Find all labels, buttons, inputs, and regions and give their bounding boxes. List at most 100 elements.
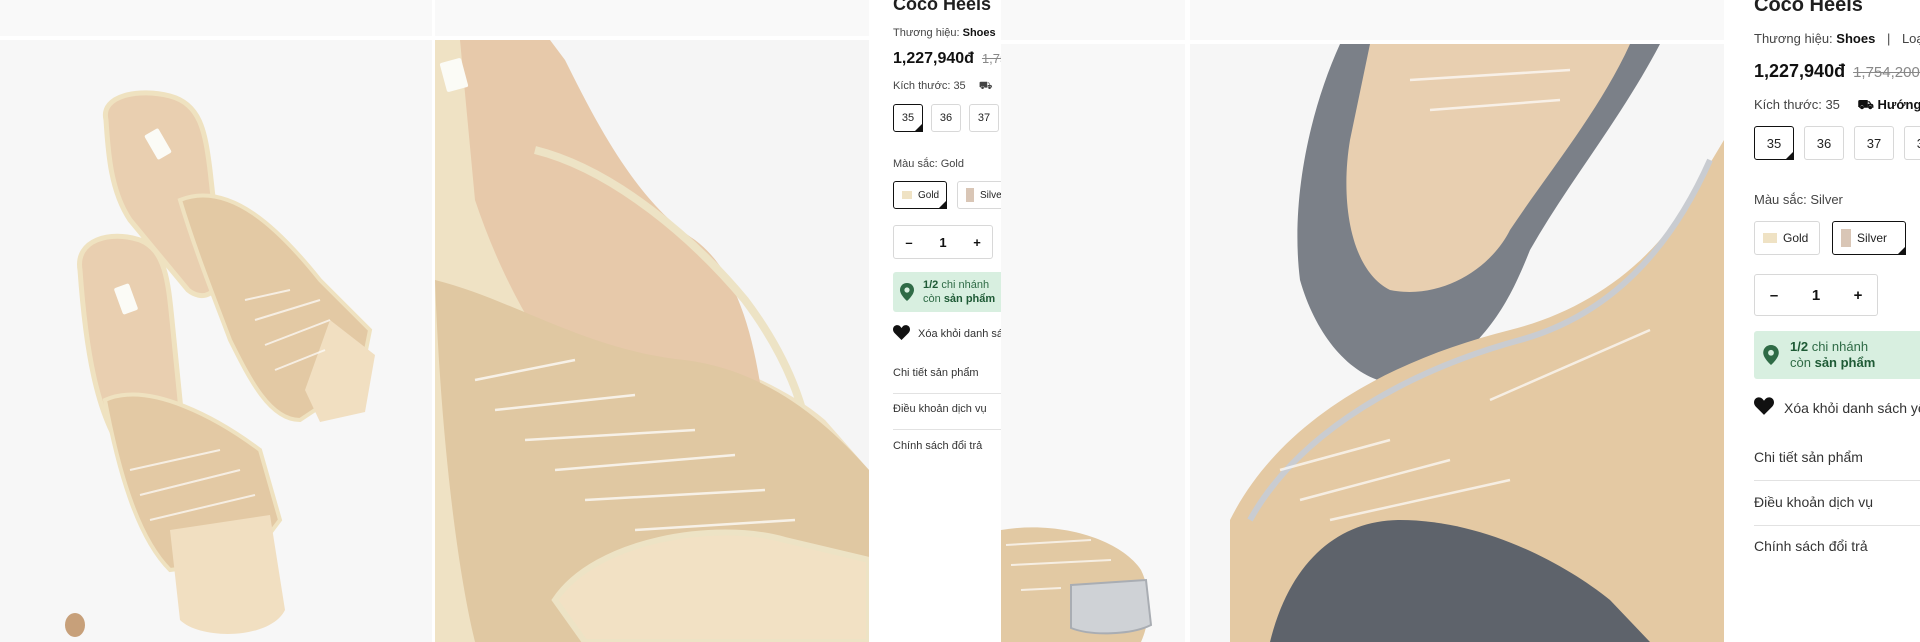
quantity-minus-button[interactable]: –: [1755, 287, 1793, 304]
size-option-label: 35: [901, 112, 915, 124]
size-option-label: 37: [977, 112, 991, 124]
brand-label: Thương hiệu:: [893, 27, 960, 39]
product-photo-silver-side-image: [1001, 0, 1185, 642]
color-row: Màu sắc: Silver: [1754, 192, 1843, 207]
old-price: 1,754,200đ: [981, 51, 1001, 66]
brand-label: Thương hiệu:: [1754, 31, 1833, 46]
size-option-label: 35: [1766, 135, 1782, 151]
current-price: 1,227,940đ: [1754, 61, 1846, 81]
product-brand: Thương hiệu: Shoes | Loại:: [1754, 31, 1920, 46]
color-option-silver[interactable]: Silver: [957, 181, 1001, 209]
location-pin-icon: [1763, 345, 1779, 370]
accordion-return-policy[interactable]: Chính sách đổi trả: [893, 440, 982, 452]
color-option-gold[interactable]: Gold: [1754, 221, 1820, 255]
stock-text-bold: sản phẩm: [1814, 355, 1876, 371]
stock-count: 1/2: [1790, 339, 1809, 354]
stock-text-bold: sản phẩm: [943, 292, 996, 305]
size-option-35[interactable]: 35: [1754, 126, 1794, 160]
product-photo-pair[interactable]: [0, 0, 432, 642]
divider: [1754, 525, 1920, 526]
stock-text-2: còn: [923, 292, 941, 305]
wishlist-remove-label: Xóa khỏi danh sách yêu thích: [918, 328, 1001, 340]
product-price: 1,227,940đ 1,754,200đ: [893, 50, 1001, 68]
size-value: 35: [953, 80, 966, 92]
product-title: Coco Heels: [1754, 0, 1863, 16]
size-option-36[interactable]: 36: [931, 104, 961, 132]
size-option-38[interactable]: 38: [1904, 126, 1920, 160]
quantity-input[interactable]: 1: [1797, 287, 1835, 304]
product-title: Coco Heels: [893, 0, 992, 14]
heart-icon: [893, 325, 910, 343]
color-option-silver[interactable]: Silver: [1832, 221, 1906, 255]
accordion-terms[interactable]: Điều khoản dịch vụ: [1754, 494, 1873, 510]
heart-icon: [1754, 397, 1774, 418]
gold-swatch-icon: [902, 191, 912, 199]
color-row: Màu sắc: Gold: [893, 158, 964, 170]
accordion-product-details[interactable]: Chi tiết sản phẩm: [893, 367, 979, 379]
product-info-panel-wide: Coco Heels Thương hiệu: Shoes | Loại: 1,…: [1724, 0, 1920, 642]
quantity-plus-button[interactable]: +: [962, 235, 992, 250]
stock-text-2: còn: [1790, 355, 1811, 371]
quantity-plus-button[interactable]: +: [1839, 287, 1877, 304]
size-label: Kích thước:: [893, 80, 951, 92]
wishlist-remove-button[interactable]: Xóa khỏi danh sách yêu thích: [1754, 397, 1920, 418]
type-label: Loại:: [1901, 31, 1920, 46]
silver-swatch-icon: [966, 188, 974, 202]
quantity-stepper: – 1 +: [1754, 274, 1878, 316]
accordion-terms[interactable]: Điều khoản dịch vụ: [893, 403, 987, 415]
product-brand: Thương hiệu: Shoes |: [893, 27, 1001, 39]
size-option-36[interactable]: 36: [1804, 126, 1844, 160]
product-photo-closeup-silver-image: [1190, 0, 1724, 642]
divider: [893, 393, 1001, 394]
product-price: 1,227,940đ 1,754,200đ: [1754, 61, 1920, 82]
color-option-gold[interactable]: Gold: [893, 181, 947, 209]
size-row: Kích thước: 35 ⛟: [893, 80, 993, 94]
brand-value[interactable]: Shoes: [963, 27, 996, 39]
accordion-return-policy[interactable]: Chính sách đổi trả: [1754, 538, 1868, 554]
product-photo-silver-side[interactable]: [1001, 0, 1185, 642]
location-pin-icon: [900, 283, 914, 306]
divider: [1754, 480, 1920, 481]
size-option-37[interactable]: 37: [969, 104, 999, 132]
color-option-label: Gold: [918, 189, 940, 201]
size-option-label: 36: [939, 112, 953, 124]
color-label: Màu sắc:: [893, 158, 938, 170]
wishlist-remove-button[interactable]: Xóa khỏi danh sách yêu thích: [893, 325, 1001, 343]
gold-swatch-icon: [1763, 233, 1777, 243]
product-photo-pair-image: [0, 0, 432, 642]
size-option-35[interactable]: 35: [893, 104, 923, 132]
product-photo-closeup-silver[interactable]: [1190, 0, 1724, 642]
ruler-icon: ⛟: [1857, 97, 1874, 112]
stock-text: 1/2 chi nhánh còn sản phẩm: [923, 279, 995, 307]
wishlist-remove-label: Xóa khỏi danh sách yêu thích: [1784, 399, 1920, 416]
stock-text-1: chi nhánh: [941, 279, 990, 291]
product-photo-closeup-gold[interactable]: [435, 0, 869, 642]
stock-availability: 1/2 chi nhánh còn sản phẩm: [1754, 331, 1920, 379]
quantity-minus-button[interactable]: –: [894, 235, 924, 250]
meta-separator: |: [1886, 31, 1891, 46]
size-guide-label: Hướng dẫn chọn size: [1877, 97, 1920, 112]
color-option-label: Gold: [1783, 231, 1809, 245]
stock-text-1: chi nhánh: [1811, 339, 1869, 354]
size-option-label: 37: [1866, 135, 1882, 151]
color-label: Màu sắc:: [1754, 192, 1807, 207]
size-guide-link[interactable]: ⛟ Hướng dẫn chọn size: [1858, 97, 1920, 112]
size-row: Kích thước: 35 ⛟ Hướng dẫn chọn size: [1754, 97, 1920, 115]
color-option-label: Silver: [980, 189, 1001, 201]
ruler-icon: ⛟: [978, 80, 993, 92]
color-value: Silver: [1810, 192, 1843, 207]
stock-availability: 1/2 chi nhánh còn sản phẩm: [893, 272, 1001, 312]
silver-swatch-icon: [1841, 229, 1851, 247]
accordion-product-details[interactable]: Chi tiết sản phẩm: [1754, 449, 1863, 465]
quantity-stepper: – 1 +: [893, 225, 993, 259]
old-price: 1,754,200đ: [1853, 64, 1920, 81]
size-value: 35: [1825, 97, 1840, 112]
size-option-37[interactable]: 37: [1854, 126, 1894, 160]
brand-value[interactable]: Shoes: [1836, 31, 1875, 46]
divider: [893, 429, 1001, 430]
stock-count: 1/2: [923, 279, 939, 291]
color-option-label: Silver: [1857, 231, 1888, 245]
color-value: Gold: [940, 158, 964, 170]
quantity-input[interactable]: 1: [928, 235, 958, 250]
product-info-panel-narrow: Coco Heels Thương hiệu: Shoes | 1,227,94…: [869, 0, 1001, 642]
